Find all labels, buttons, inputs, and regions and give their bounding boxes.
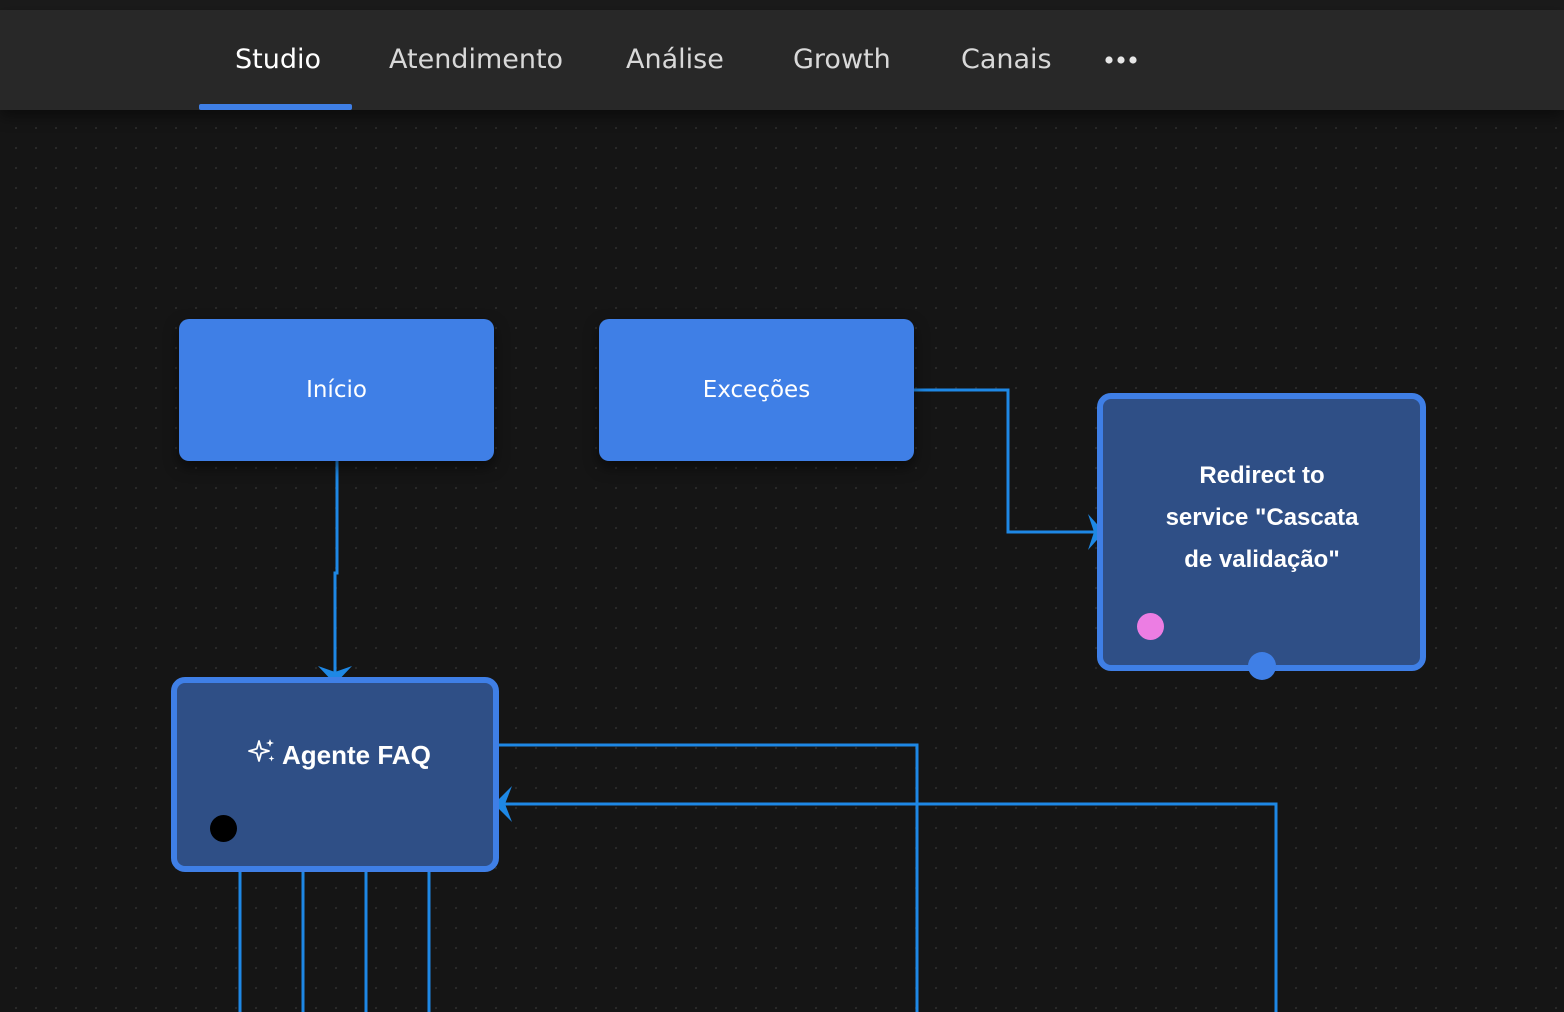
tab-analise[interactable]: Análise	[626, 10, 724, 110]
node-excecoes[interactable]: Exceções	[599, 319, 914, 461]
window-top-strip	[0, 0, 1564, 10]
top-navigation: Studio Atendimento Análise Growth Canais	[0, 10, 1564, 110]
node-agente-label: Agente FAQ	[282, 740, 431, 770]
redirect-output-handle[interactable]	[1248, 652, 1276, 680]
tab-growth[interactable]: Growth	[793, 10, 891, 110]
node-inicio-label: Início	[306, 377, 367, 403]
agente-status-marker	[210, 815, 237, 842]
tab-canais[interactable]: Canais	[961, 10, 1052, 110]
node-redirect[interactable]: Redirect to service "Cascata de validaçã…	[1097, 393, 1426, 671]
node-excecoes-label: Exceções	[702, 377, 811, 403]
node-inicio[interactable]: Início	[179, 319, 494, 461]
active-tab-indicator	[199, 104, 352, 110]
redirect-status-marker	[1137, 613, 1164, 640]
ellipsis-icon[interactable]	[1104, 54, 1138, 66]
node-redirect-label: Redirect to service "Cascata de validaçã…	[1165, 462, 1359, 573]
tab-studio[interactable]: Studio	[235, 10, 321, 110]
sparkles-icon	[248, 739, 275, 762]
tab-atendimento[interactable]: Atendimento	[389, 10, 563, 110]
node-agente-faq[interactable]: Agente FAQ	[171, 677, 499, 872]
